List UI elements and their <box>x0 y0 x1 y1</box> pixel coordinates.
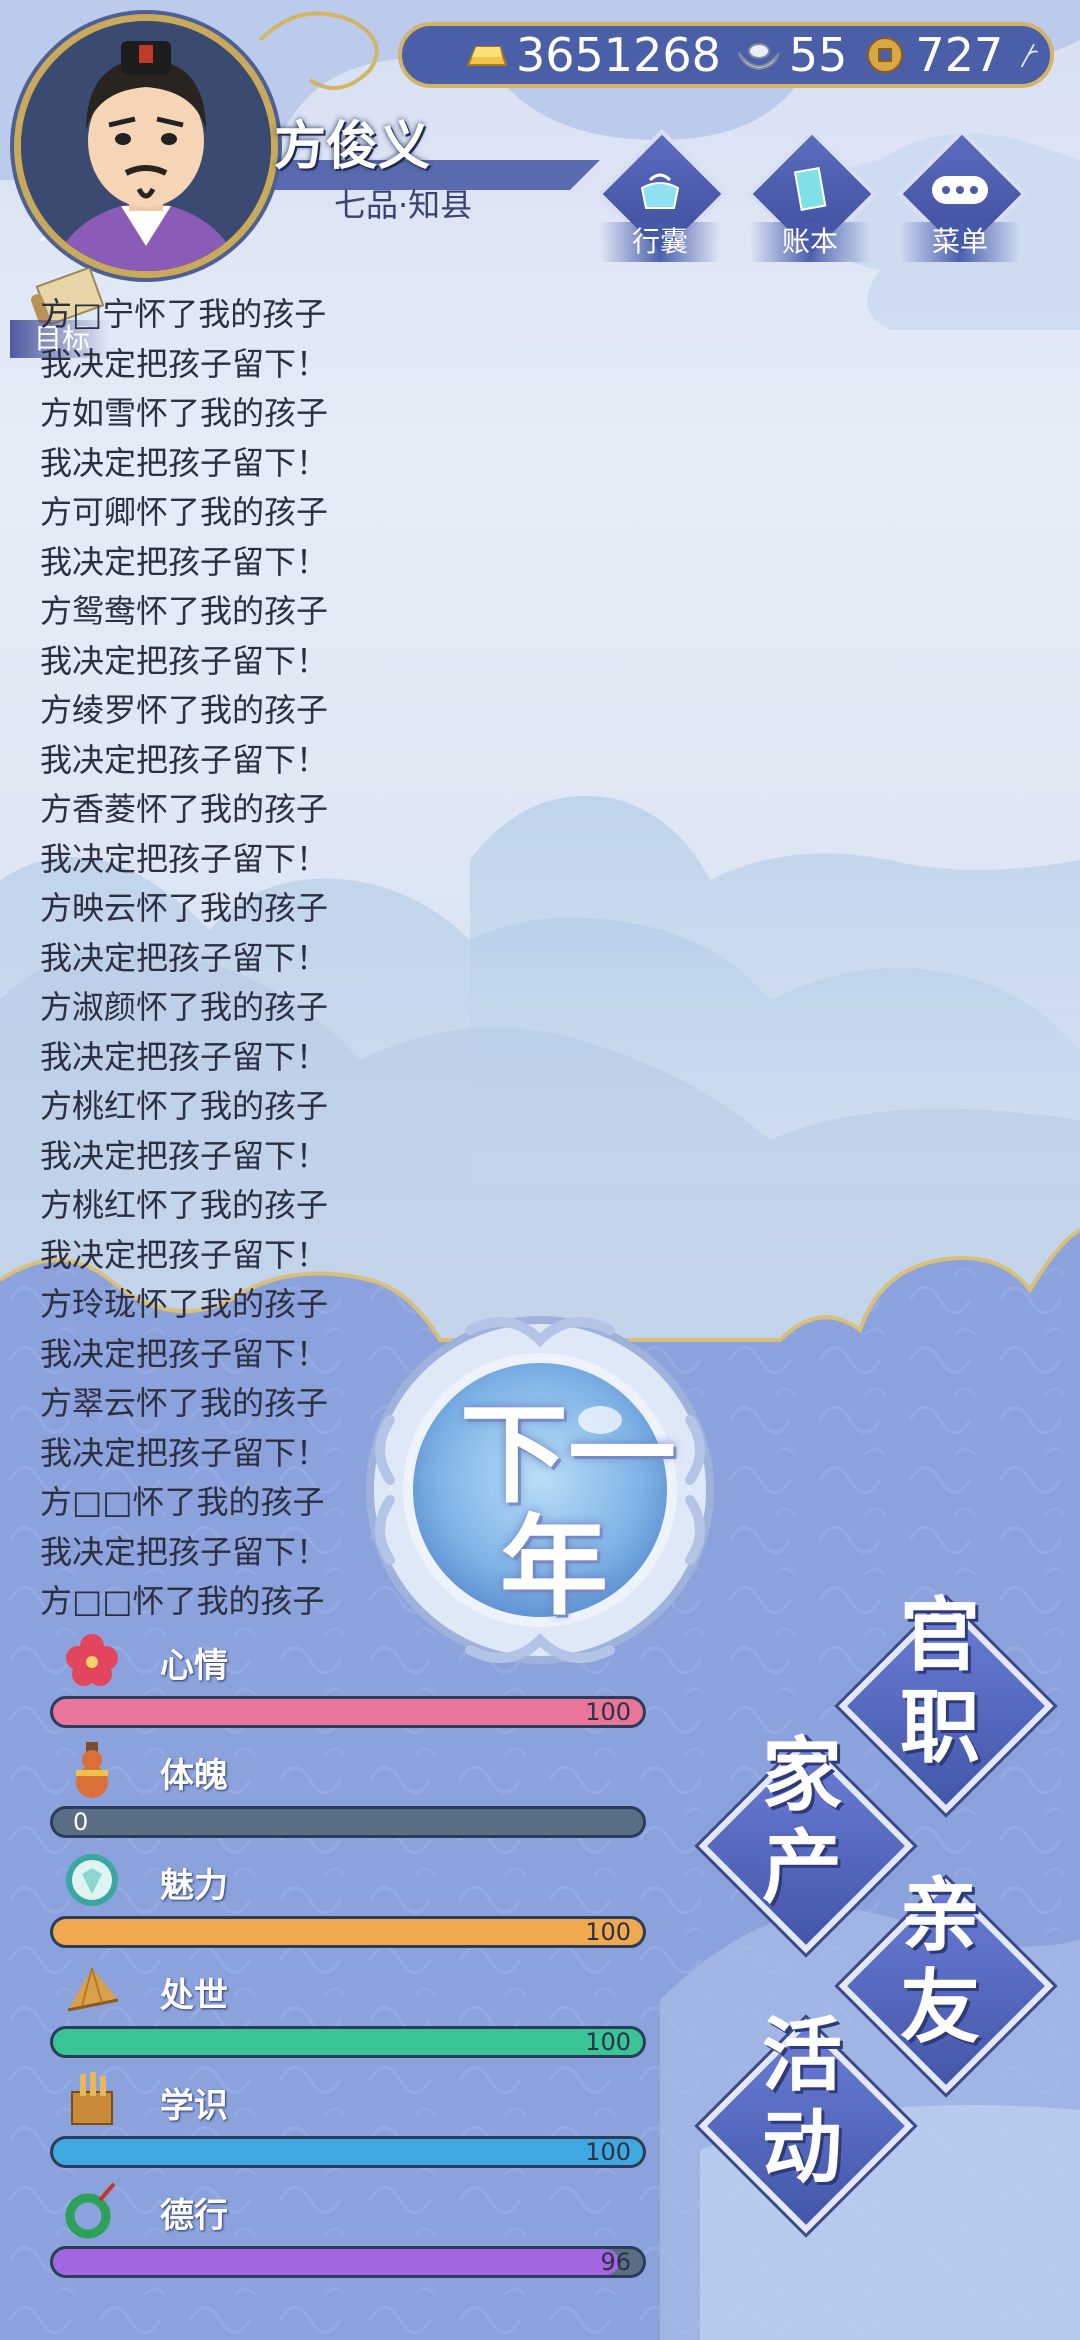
stat-charm: 魅力 100 <box>50 1850 650 1960</box>
log-line: 方绫罗怀了我的孩子 <box>40 691 329 729</box>
gold-amount: 3651268 <box>516 28 721 82</box>
stat-charm-fill <box>53 1919 643 1945</box>
stat-virtue: 德行 96 <box>50 2180 650 2290</box>
bag-label: 行囊 <box>600 222 720 262</box>
events-label: 活动 <box>762 2009 842 2194</box>
stat-worldliness-fill <box>53 2029 643 2055</box>
official-portrait-icon <box>21 21 271 271</box>
gold-bar-icon <box>466 46 508 66</box>
stat-physique: 体魄 0 <box>50 1740 650 1850</box>
events-button[interactable]: 活动 <box>698 2010 914 2234</box>
log-line: 方□宁怀了我的孩子 <box>40 295 327 333</box>
stat-virtue-value: 96 <box>600 2248 631 2276</box>
next-year-button[interactable]: 下一 年 <box>350 1300 730 1680</box>
log-line: 我决定把孩子留下！ <box>40 1334 329 1373</box>
more-icon <box>932 176 988 204</box>
copper-coin-icon <box>867 37 904 73</box>
currency-bar[interactable]: 3651268 55 727 <box>398 22 1054 88</box>
brush-pot-icon <box>71 2072 113 2125</box>
log-line: 我决定把孩子留下！ <box>40 938 329 977</box>
log-line: 我决定把孩子留下！ <box>40 1532 329 1571</box>
stat-virtue-bar: 96 <box>50 2246 646 2278</box>
stat-virtue-fill <box>53 2249 620 2275</box>
stat-worldliness-label: 处世 <box>160 1976 228 2016</box>
log-line: 我决定把孩子留下！ <box>40 542 329 581</box>
stat-mood-fill <box>53 1699 643 1725</box>
jade-icon <box>65 2182 116 2239</box>
bag-button[interactable]: 行囊 <box>596 128 728 262</box>
ledger-button[interactable]: 账本 <box>746 128 878 262</box>
stat-knowledge-fill <box>53 2139 643 2165</box>
log-line: 方玲珑怀了我的孩子 <box>40 1285 329 1323</box>
stat-charm-bar: 100 <box>50 1916 646 1948</box>
bag-icon <box>640 173 680 209</box>
log-line: 我决定把孩子留下！ <box>40 1433 329 1472</box>
gourd-icon <box>76 1742 108 1798</box>
stat-mood-value: 100 <box>585 1698 631 1726</box>
stat-knowledge-value: 100 <box>585 2138 631 2166</box>
log-line: 方翠云怀了我的孩子 <box>40 1384 329 1422</box>
menu-label: 菜单 <box>900 222 1020 262</box>
log-line: 方可卿怀了我的孩子 <box>40 493 329 531</box>
next-year-label-line2: 年 <box>500 1505 609 1630</box>
stat-worldliness-value: 100 <box>585 2028 631 2056</box>
player-rank: 七品·知县 <box>334 186 473 224</box>
stat-knowledge-label: 学识 <box>160 2086 228 2126</box>
stat-mood-label: 心情 <box>160 1646 228 1686</box>
flower-icon <box>66 1634 118 1686</box>
stat-knowledge-bar: 100 <box>50 2136 646 2168</box>
log-line: 方如雪怀了我的孩子 <box>40 394 329 432</box>
relatives-label: 亲友 <box>900 1869 980 2054</box>
stat-virtue-label: 德行 <box>160 2196 228 2236</box>
ledger-icon <box>793 167 827 211</box>
stat-worldliness: 处世 100 <box>50 1960 650 2070</box>
stat-physique-value: 0 <box>73 1808 89 1836</box>
office-label: 官职 <box>900 1589 980 1774</box>
fan-icon <box>67 1967 119 2012</box>
stat-charm-value: 100 <box>585 1918 631 1946</box>
stat-physique-label: 体魄 <box>160 1756 228 1796</box>
menu-button[interactable]: 菜单 <box>896 128 1028 262</box>
log-line: 方桃红怀了我的孩子 <box>40 1186 329 1224</box>
log-line: 方香菱怀了我的孩子 <box>40 790 329 828</box>
log-line: 我决定把孩子留下！ <box>40 839 329 878</box>
estate-label: 家产 <box>762 1729 842 1914</box>
log-line: 我决定把孩子留下！ <box>40 443 329 482</box>
event-log[interactable]: 方□宁怀了我的孩子 我决定把孩子留下！ 方如雪怀了我的孩子 我决定把孩子留下！ 方可卿怀… <box>40 290 380 1630</box>
stat-charm-label: 魅力 <box>160 1866 228 1906</box>
mirror-icon <box>66 1854 118 1906</box>
log-line: 我决定把孩子留下！ <box>40 344 329 383</box>
coin-amount: 727 <box>915 28 1004 82</box>
log-line: 方□□怀了我的孩子 <box>40 1582 325 1620</box>
ledger-label: 账本 <box>750 222 870 262</box>
log-line: 我决定把孩子留下！ <box>40 1136 329 1175</box>
log-line: 方桃红怀了我的孩子 <box>40 1087 329 1125</box>
player-avatar[interactable] <box>14 14 278 278</box>
bamboo-decoration-icon <box>1021 43 1039 68</box>
stat-mood-bar: 100 <box>50 1696 646 1728</box>
log-line: 我决定把孩子留下！ <box>40 1235 329 1274</box>
stat-physique-bar: 0 <box>50 1806 646 1838</box>
silver-amount: 55 <box>788 28 848 82</box>
stat-knowledge: 学识 100 <box>50 2070 650 2180</box>
stat-mood: 心情 100 <box>50 1630 650 1740</box>
log-line: 方淑颜怀了我的孩子 <box>40 988 329 1026</box>
player-name: 方俊义 <box>274 117 431 177</box>
log-line: 方□□怀了我的孩子 <box>40 1483 325 1521</box>
stat-worldliness-bar: 100 <box>50 2026 646 2058</box>
log-line: 我决定把孩子留下！ <box>40 641 329 680</box>
silver-ingot-icon <box>737 43 780 71</box>
log-line: 我决定把孩子留下！ <box>40 1037 329 1076</box>
log-line: 我决定把孩子留下！ <box>40 740 329 779</box>
log-line: 方映云怀了我的孩子 <box>40 889 329 927</box>
log-line: 方鸳鸯怀了我的孩子 <box>40 592 329 630</box>
